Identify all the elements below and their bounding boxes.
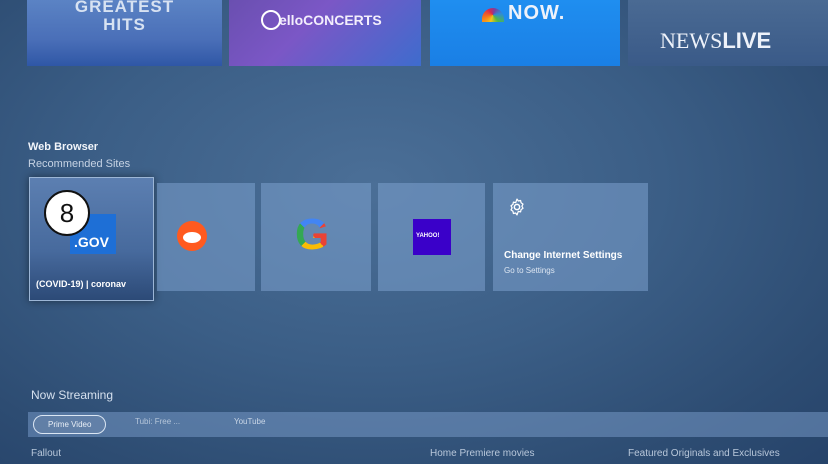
change-internet-settings-tile[interactable]: Change Internet Settings Go to Settings [493, 183, 648, 291]
cello-concerts-tile[interactable]: elloCONCERTS [229, 0, 421, 66]
greatest-hits-tile[interactable]: GREATEST HITS [27, 0, 222, 66]
cello-logo-icon [261, 10, 281, 30]
fallout-row-label[interactable]: Fallout [31, 448, 61, 459]
number-badge: 8 [44, 190, 90, 236]
site-tile-google[interactable]: G [261, 183, 371, 291]
gov-tile-caption: (COVID-19) | coronav [36, 279, 127, 289]
tab-prime-video[interactable]: Prime Video [33, 415, 107, 434]
nbc-now-tile[interactable]: NOW. [430, 0, 620, 66]
featured-originals-row-label[interactable]: Featured Originals and Exclusives [628, 448, 780, 459]
google-logo-icon: G [295, 210, 330, 259]
reddit-logo-icon [177, 221, 207, 251]
nbc-now-title: NOW. [508, 2, 566, 24]
tab-tubi[interactable]: Tubi: Free ... [135, 417, 180, 426]
tab-youtube[interactable]: YouTube [234, 417, 265, 426]
featured-apps-row: GREATEST HITS elloCONCERTS NOW. NEWSLIVE [0, 0, 828, 70]
change-internet-settings-label: Change Internet Settings [504, 250, 623, 261]
greatest-hits-title: GREATEST HITS [74, 0, 175, 34]
site-tile-gov[interactable]: .GOV (COVID-19) | coronav [29, 177, 154, 301]
web-browser-heading: Web Browser [28, 141, 99, 153]
go-to-settings-label: Go to Settings [504, 266, 555, 275]
yahoo-logo-icon: YAHOO! [413, 219, 451, 255]
gear-icon [510, 198, 524, 216]
recommended-sites-label: Recommended Sites [28, 158, 131, 170]
site-tile-yahoo[interactable]: YAHOO! [378, 183, 485, 291]
news-live-title: NEWSLIVE [660, 28, 772, 53]
streaming-tabs-bar: Prime Video Tubi: Free ... YouTube [28, 412, 828, 437]
abc-news-live-tile[interactable]: NEWSLIVE [628, 0, 828, 66]
now-streaming-heading: Now Streaming [31, 388, 114, 402]
cello-concerts-title: elloCONCERTS [279, 12, 382, 28]
home-premiere-row-label[interactable]: Home Premiere movies [430, 448, 534, 459]
site-tile-reddit[interactable] [157, 183, 255, 291]
nbc-peacock-icon [482, 8, 504, 22]
